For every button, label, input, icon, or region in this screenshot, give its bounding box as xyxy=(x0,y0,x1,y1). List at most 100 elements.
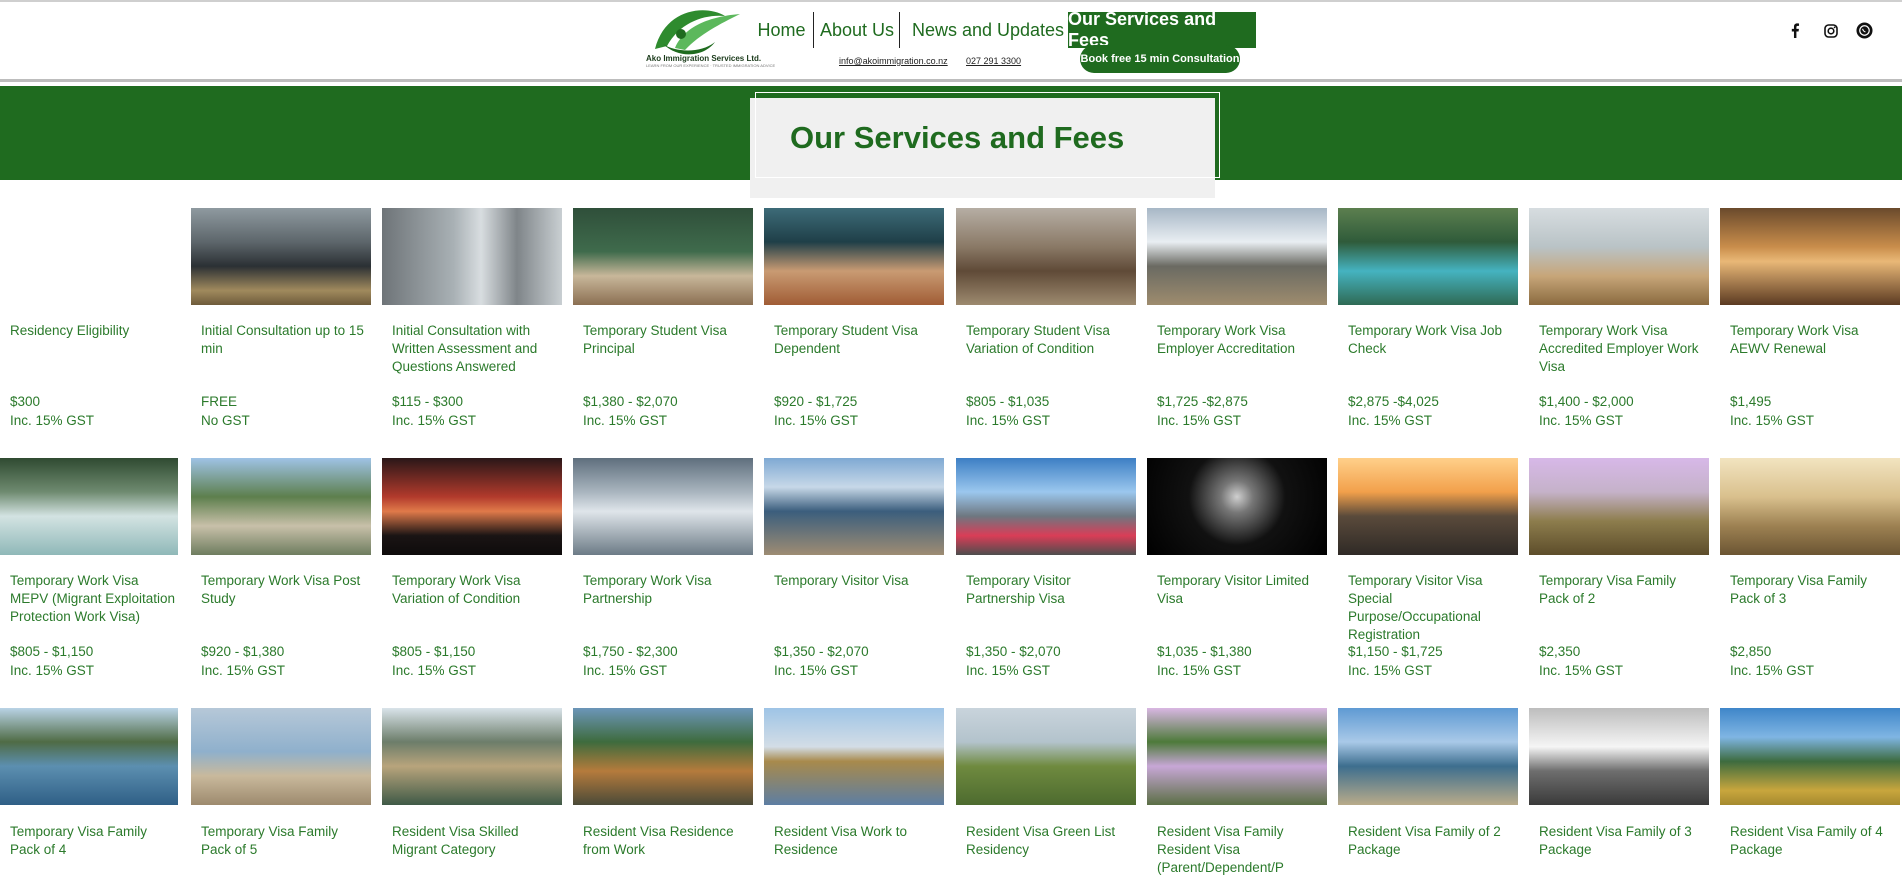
service-name: Temporary Visa Family Pack of 5 xyxy=(201,824,339,857)
service-image[interactable] xyxy=(764,708,944,805)
service-price: $2,850 xyxy=(1730,644,1772,659)
service-image[interactable] xyxy=(764,458,944,555)
email-link[interactable]: info@akoimmigration.co.nz xyxy=(839,56,948,66)
service-card[interactable]: Temporary Visa Family Pack of 3 $2,850 Inc… xyxy=(1720,458,1900,678)
phone-link[interactable]: 027 291 3300 xyxy=(966,56,1021,66)
service-image[interactable] xyxy=(1338,458,1518,555)
service-gst-note: Inc. 15% GST xyxy=(774,663,859,678)
service-image[interactable] xyxy=(764,208,944,305)
service-price: $115 - $300 xyxy=(392,394,464,409)
service-card[interactable]: Temporary Work Visa Job Check $2,875 -$4,… xyxy=(1338,208,1518,428)
service-card[interactable]: Temporary Work Visa Post Study $920 - $1,… xyxy=(191,458,371,678)
service-name: Temporary Work Visa Post Study xyxy=(201,573,361,606)
service-image[interactable] xyxy=(191,708,371,805)
service-card[interactable]: Temporary Visa Family Pack of 5 xyxy=(191,708,371,857)
service-image[interactable] xyxy=(1338,208,1518,305)
service-image[interactable] xyxy=(1720,208,1900,305)
service-image[interactable] xyxy=(1147,208,1327,305)
facebook-icon[interactable] xyxy=(1786,22,1803,39)
service-card[interactable]: Temporary Visa Family Pack of 4 xyxy=(0,708,180,857)
service-card[interactable]: Temporary Visitor Visa Special Purpose/O… xyxy=(1338,458,1518,678)
service-gst-note: Inc. 15% GST xyxy=(774,413,859,428)
service-card[interactable]: Temporary Work Visa MEPV (Migrant Exploi… xyxy=(0,458,180,678)
service-card[interactable]: Initial Consultation with Written Assess… xyxy=(382,208,562,428)
service-card[interactable]: Temporary Visitor Limited Visa $1,035 - $… xyxy=(1147,458,1327,678)
service-card[interactable]: Temporary Work Visa Partnership $1,750 - … xyxy=(573,458,753,678)
service-name: Temporary Student Visa Principal xyxy=(583,323,727,356)
service-image[interactable] xyxy=(382,708,562,805)
service-card[interactable]: Resident Visa Green List Residency xyxy=(956,708,1136,857)
nav-about-us[interactable]: About Us xyxy=(815,12,900,48)
service-image[interactable] xyxy=(1720,708,1900,805)
service-card[interactable]: Temporary Work Visa Variation of Conditi… xyxy=(382,458,562,678)
service-image[interactable] xyxy=(382,458,562,555)
service-card[interactable]: Temporary Work Visa AEWV Renewal $1,495 In… xyxy=(1720,208,1900,428)
book-consultation-button[interactable]: Book free 15 min Consultation xyxy=(1080,45,1240,73)
service-image[interactable] xyxy=(0,458,178,555)
service-card[interactable]: Resident Visa Family of 4 Package xyxy=(1720,708,1900,857)
service-gst-note: Inc. 15% GST xyxy=(966,413,1051,428)
service-image[interactable] xyxy=(1147,458,1327,555)
service-card[interactable]: Residency Eligibility $300 Inc. 15% GST xyxy=(0,208,180,428)
page-title: Our Services and Fees xyxy=(790,120,1125,155)
service-image[interactable] xyxy=(1529,708,1709,805)
service-card[interactable]: Temporary Student Visa Dependent $920 - $… xyxy=(764,208,944,428)
instagram-icon[interactable] xyxy=(1822,22,1839,39)
nav-our-services-and-fees[interactable]: Our Services and Fees xyxy=(1068,9,1256,50)
service-gst-note: Inc. 15% GST xyxy=(1348,413,1433,428)
service-image[interactable] xyxy=(191,458,371,555)
service-card[interactable]: Resident Visa Family of 3 Package xyxy=(1529,708,1709,857)
service-price: $1,350 - $2,070 xyxy=(774,644,869,659)
service-card[interactable]: Resident Visa Family of 2 Package xyxy=(1338,708,1518,857)
service-image[interactable] xyxy=(956,708,1136,805)
service-image[interactable] xyxy=(956,458,1136,555)
nav-news-and-updates[interactable]: News and Updates xyxy=(908,12,1068,48)
service-price: $805 - $1,150 xyxy=(392,644,476,659)
service-card[interactable]: Initial Consultation up to 15 min FREE No … xyxy=(191,208,371,428)
service-card[interactable]: Temporary Visitor Visa $1,350 - $2,070 Inc… xyxy=(764,458,944,678)
service-image[interactable] xyxy=(1529,208,1709,305)
service-card[interactable]: Temporary Student Visa Principal $1,380 -… xyxy=(573,208,753,428)
service-name: Resident Visa Skilled Migrant Category xyxy=(392,824,519,857)
service-image[interactable] xyxy=(573,708,753,805)
service-card[interactable]: Resident Visa Family Resident Visa (Pare… xyxy=(1147,708,1327,875)
service-name: Temporary Work Visa Job Check xyxy=(1348,323,1503,356)
service-gst-note: Inc. 15% GST xyxy=(10,413,95,428)
service-name: Residency Eligibility xyxy=(10,323,130,338)
service-image[interactable] xyxy=(1147,708,1327,805)
service-image[interactable] xyxy=(191,208,371,305)
service-image[interactable] xyxy=(1720,458,1900,555)
service-name: Resident Visa Work to Residence xyxy=(774,824,908,857)
service-price: $1,035 - $1,380 xyxy=(1157,644,1252,659)
service-card[interactable]: Temporary Student Visa Variation of Cond… xyxy=(956,208,1136,428)
service-gst-note: Inc. 15% GST xyxy=(1730,413,1815,428)
service-card[interactable]: Temporary Work Visa Employer Accreditati… xyxy=(1147,208,1327,428)
service-image[interactable] xyxy=(382,208,562,305)
service-name: Resident Visa Family of 4 Package xyxy=(1730,824,1883,857)
service-name: Temporary Work Visa MEPV (Migrant Exploi… xyxy=(10,573,176,624)
service-gst-note: Inc. 15% GST xyxy=(583,663,668,678)
service-name: Temporary Work Visa Variation of Conditi… xyxy=(392,573,521,606)
service-name: Temporary Visitor Limited Visa xyxy=(1157,573,1310,606)
service-price: $1,400 - $2,000 xyxy=(1539,394,1634,409)
whatsapp-icon[interactable] xyxy=(1856,22,1873,39)
service-price: $1,750 - $2,300 xyxy=(583,644,678,659)
service-name: Temporary Work Visa AEWV Renewal xyxy=(1730,323,1859,356)
brand-tagline: LEARN FROM OUR EXPERIENCE · TRUSTED IMMI… xyxy=(646,63,776,68)
service-gst-note: Inc. 15% GST xyxy=(1539,663,1624,678)
service-image[interactable] xyxy=(1338,708,1518,805)
service-image[interactable] xyxy=(573,458,753,555)
service-card[interactable]: Resident Visa Residence from Work xyxy=(573,708,753,857)
service-card[interactable]: Resident Visa Skilled Migrant Category xyxy=(382,708,562,857)
service-card[interactable]: Temporary Visa Family Pack of 2 $2,350 Inc… xyxy=(1529,458,1709,678)
service-card[interactable]: Temporary Visitor Partnership Visa $1,350… xyxy=(956,458,1136,678)
service-image[interactable] xyxy=(573,208,753,305)
service-name: Temporary Visitor Partnership Visa xyxy=(966,573,1071,606)
service-image[interactable] xyxy=(1529,458,1709,555)
service-image[interactable] xyxy=(0,708,178,805)
service-card[interactable]: Temporary Work Visa Accredited Employer … xyxy=(1529,208,1709,428)
service-gst-note: Inc. 15% GST xyxy=(392,663,477,678)
service-card[interactable]: Resident Visa Work to Residence xyxy=(764,708,944,857)
nav-home[interactable]: Home xyxy=(750,12,814,48)
service-image[interactable] xyxy=(956,208,1136,305)
